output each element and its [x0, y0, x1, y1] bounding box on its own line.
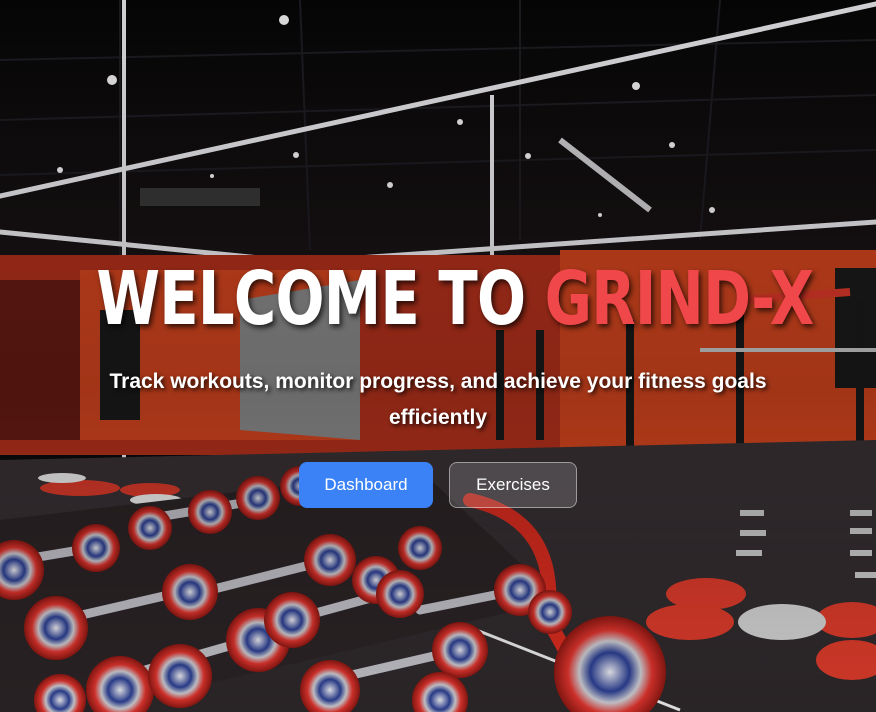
hero-subtitle: Track workouts, monitor progress, and ac… [109, 370, 767, 429]
hero-title: WELCOME TO GRIND-X [96, 252, 814, 346]
hero-title-accent: GRIND-X [544, 256, 815, 342]
hero-section: WELCOME TO GRIND-X Track workouts, monit… [0, 0, 876, 712]
hero-title-main: WELCOME TO [96, 256, 526, 342]
hero-buttons: Dashboard Exercises [0, 462, 876, 508]
hero-content: WELCOME TO GRIND-X Track workouts, monit… [0, 252, 876, 508]
dashboard-button[interactable]: Dashboard [299, 462, 433, 508]
exercises-button[interactable]: Exercises [449, 462, 577, 508]
